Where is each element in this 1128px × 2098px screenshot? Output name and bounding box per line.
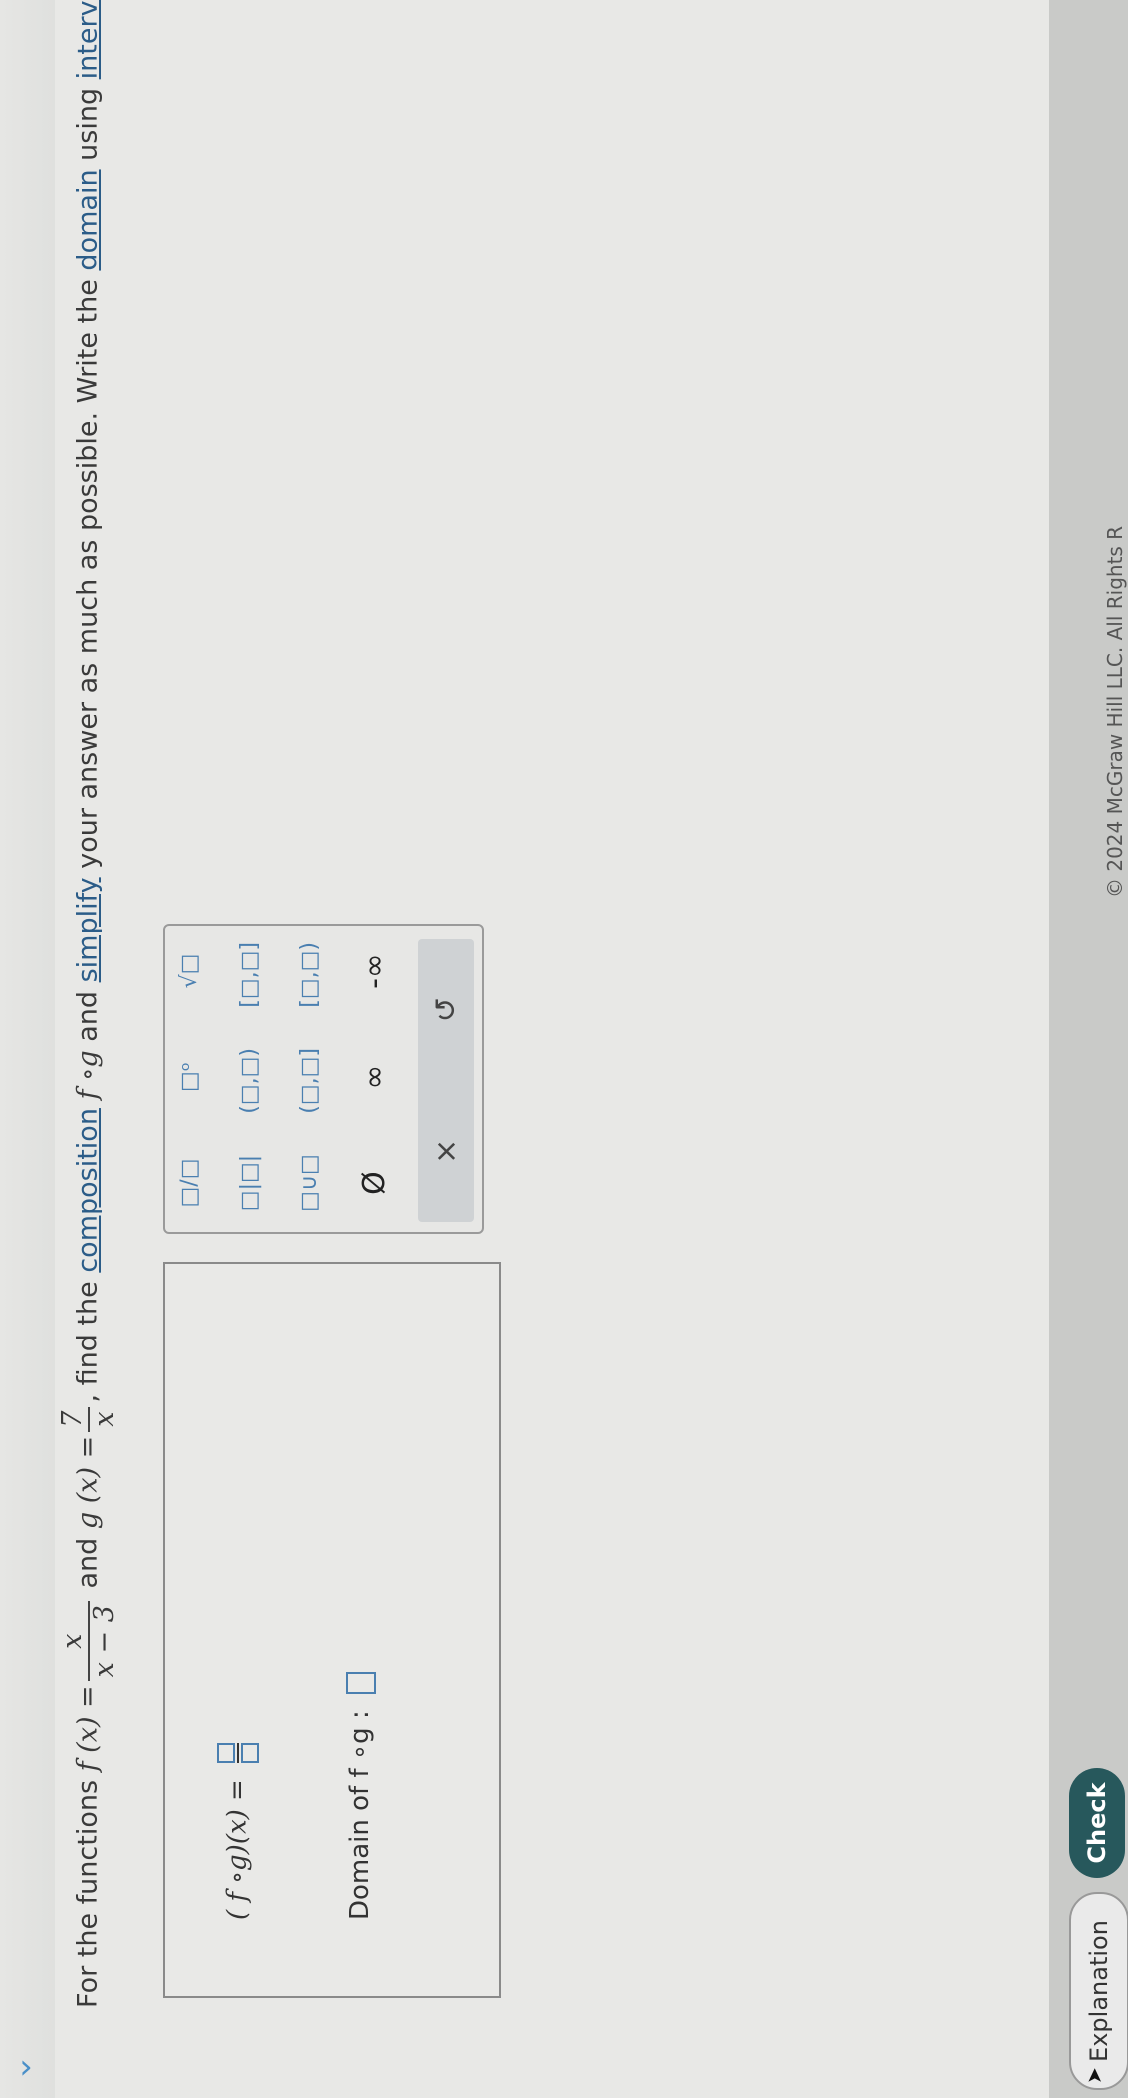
domain-row: Domain of f ∘g : xyxy=(345,1672,376,1920)
g-fraction: 7x xyxy=(57,1406,120,1432)
exponent-button[interactable]: □ᵒ xyxy=(177,1048,202,1106)
sqrt-button[interactable]: √□ xyxy=(177,942,202,1000)
g-label: g (x) = xyxy=(72,1435,104,1530)
composition-label: ( f ∘g)(x) = xyxy=(222,1779,253,1920)
infinity-button[interactable]: ∞ xyxy=(357,1048,392,1106)
chevron-down-icon[interactable]: › xyxy=(19,2047,33,2087)
interval-notation-link[interactable]: interval notation xyxy=(73,0,104,79)
explanation-button[interactable]: Explanation xyxy=(1069,1892,1128,2090)
f-fraction: xx − 3 xyxy=(57,1601,120,1682)
undo-icon[interactable]: ↺ xyxy=(429,997,464,1022)
mouse-cursor-icon: ➤ xyxy=(1082,2067,1106,2084)
composition-input[interactable] xyxy=(217,1742,259,1763)
answer-box: ( f ∘g)(x) = Domain of f ∘g : xyxy=(163,1262,501,1998)
question-text: For the functions f (x) = x x − 3 and g (x… xyxy=(57,0,120,2008)
domain-input[interactable] xyxy=(345,1672,376,1695)
open-interval-button[interactable]: (□,□) xyxy=(237,1048,262,1114)
fraction-button[interactable]: □/□ xyxy=(177,1154,202,1212)
domain-link[interactable]: domain xyxy=(73,169,104,270)
empty-set-button[interactable]: Ø xyxy=(357,1154,392,1212)
union-button[interactable]: □∪□ xyxy=(297,1154,322,1212)
composition-link[interactable]: composition xyxy=(73,1108,104,1273)
check-button[interactable]: Check xyxy=(1069,1768,1125,1878)
closed-interval-button[interactable]: [□,□] xyxy=(237,942,262,1008)
screen: › For the functions f (x) = x x − 3 and g … xyxy=(0,0,1128,2098)
palette-actions: × ↺ xyxy=(418,939,474,1222)
math-palette: □/□ □ᵒ √□ □|□| (□,□) [□,□] □∪□ (□,□] [□,… xyxy=(163,924,484,1234)
top-nav: › xyxy=(0,0,55,2098)
half-open-left-button[interactable]: [□,□) xyxy=(297,942,322,1008)
composition-row: ( f ∘g)(x) = xyxy=(217,1742,259,1920)
mixed-number-button[interactable]: □|□| xyxy=(237,1154,262,1212)
simplify-link[interactable]: simplify xyxy=(73,877,104,982)
clear-icon[interactable]: × xyxy=(429,1139,464,1164)
negative-infinity-button[interactable]: -∞ xyxy=(357,942,392,1000)
half-open-right-button[interactable]: (□,□] xyxy=(297,1048,322,1114)
copyright-text: © 2024 McGraw Hill LLC. All Rights R xyxy=(1103,525,1127,898)
f-label: f (x) = xyxy=(72,1685,104,1772)
domain-label: Domain of f ∘g : xyxy=(345,1710,375,1920)
